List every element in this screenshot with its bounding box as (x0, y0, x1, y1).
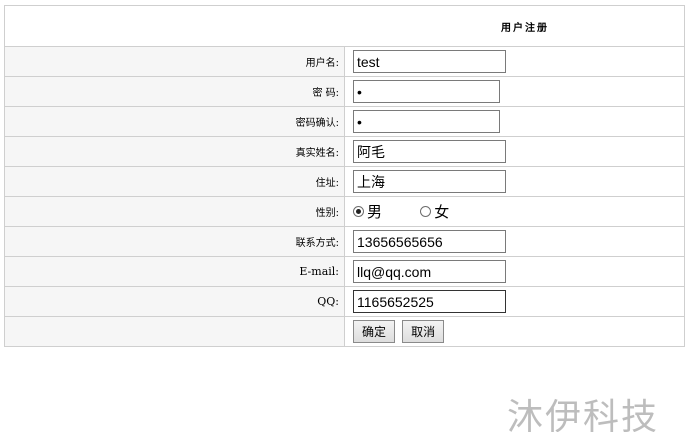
gender-female-label: 女 (434, 203, 450, 221)
gender-row: 性别: 男 女 (4, 196, 685, 227)
qq-input[interactable] (353, 290, 506, 313)
gender-female-radio[interactable] (420, 206, 432, 217)
gender-male-option[interactable]: 男 (353, 201, 382, 222)
real-name-label: 真实姓名: (4, 136, 345, 167)
submit-button[interactable]: 确定 (353, 320, 396, 343)
email-label: E-mail: (4, 256, 345, 287)
password-confirm-input[interactable] (353, 110, 500, 133)
password-row: 密 码: (4, 76, 685, 107)
email-input[interactable] (353, 260, 506, 283)
username-row: 用户名: (4, 46, 685, 77)
gender-label: 性别: (4, 196, 345, 227)
registration-page: 用户注册 用户名: 密 码: 密码确认: 真实姓名: (0, 0, 685, 432)
gender-male-label: 男 (367, 203, 383, 221)
contact-row: 联系方式: (4, 226, 685, 257)
real-name-row: 真实姓名: (4, 136, 685, 167)
qq-label: QQ: (4, 286, 345, 317)
password-input[interactable] (353, 80, 500, 103)
real-name-input[interactable] (353, 140, 506, 163)
watermark-text: 沐伊科技 (507, 397, 660, 432)
registration-form: 用户注册 用户名: 密 码: 密码确认: 真实姓名: (4, 5, 685, 347)
address-label: 住址: (4, 166, 345, 197)
gender-female-option[interactable]: 女 (420, 201, 449, 222)
password-confirm-row: 密码确认: (4, 106, 685, 137)
qq-row: QQ: (4, 286, 685, 317)
address-input[interactable] (353, 170, 506, 193)
username-input[interactable] (353, 50, 506, 73)
address-row: 住址: (4, 166, 685, 197)
cancel-button[interactable]: 取消 (402, 320, 445, 343)
username-label: 用户名: (4, 46, 345, 77)
contact-input[interactable] (353, 230, 506, 253)
gender-male-radio[interactable] (353, 206, 364, 217)
email-row: E-mail: (4, 256, 685, 287)
buttons-row-spacer (4, 316, 345, 347)
form-title: 用户注册 (4, 5, 685, 47)
password-confirm-label: 密码确认: (4, 106, 345, 137)
contact-label: 联系方式: (4, 226, 345, 257)
password-label: 密 码: (4, 76, 345, 107)
form-title-row: 用户注册 (4, 5, 685, 47)
buttons-row: 确定 取消 (4, 316, 685, 347)
